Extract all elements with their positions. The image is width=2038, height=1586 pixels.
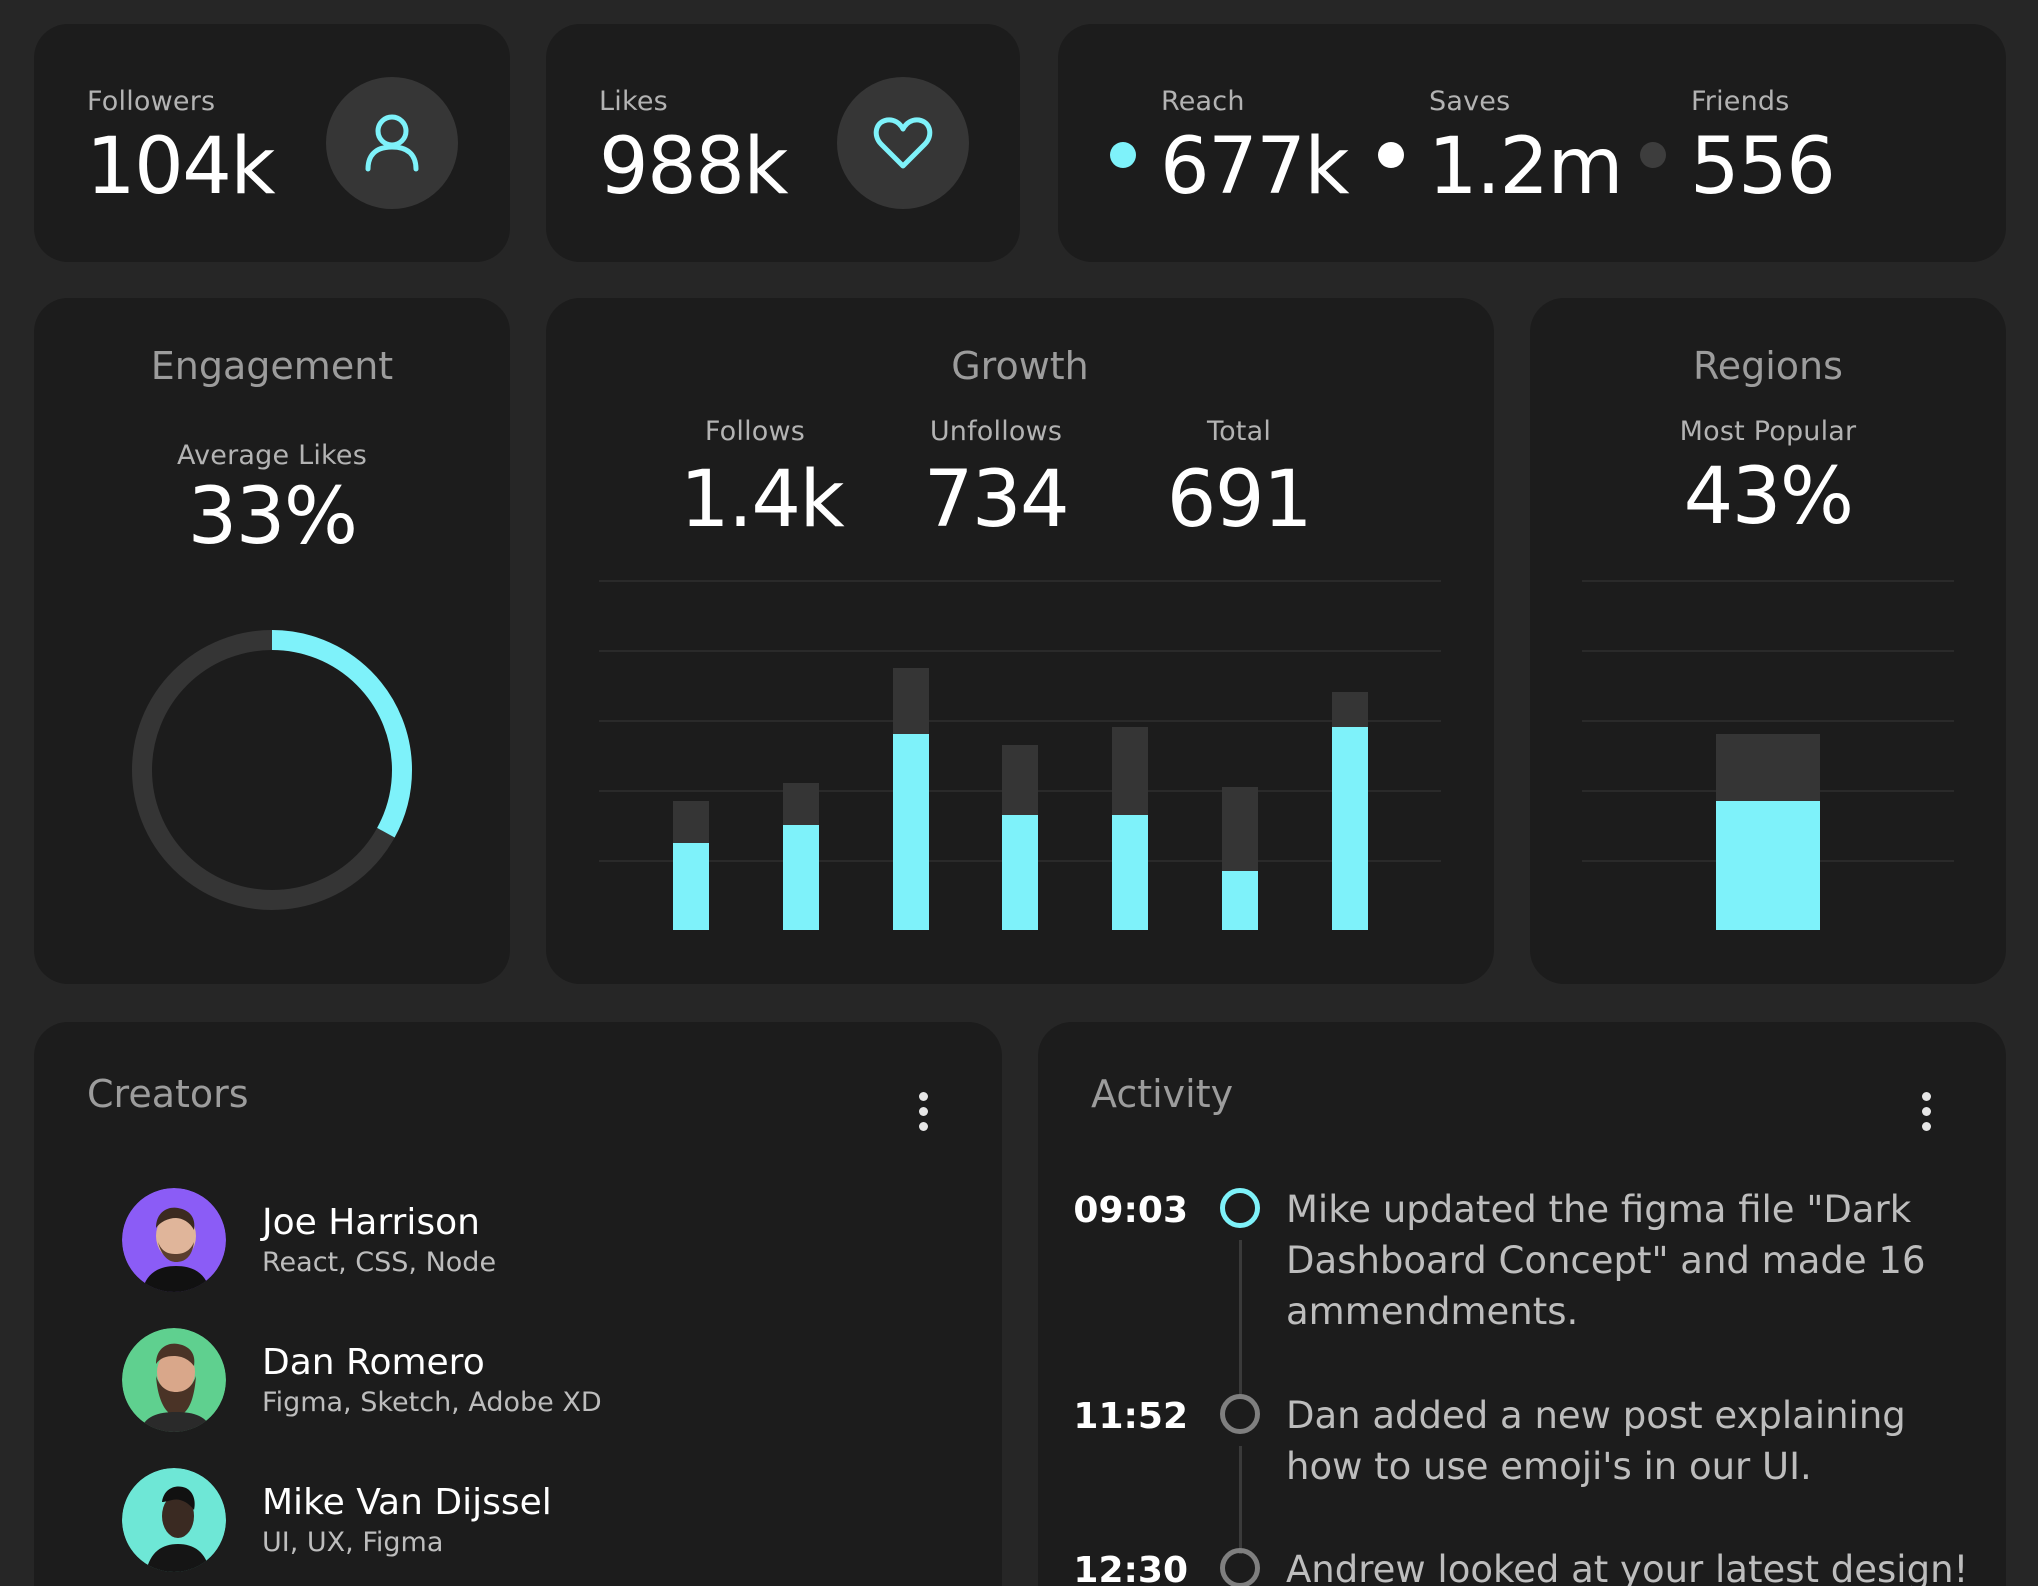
creator-item[interactable]: Dan Romero Figma, Sketch, Adobe XD [122, 1328, 602, 1432]
regions-title: Regions [1693, 344, 1843, 388]
bar-value[interactable] [1222, 870, 1258, 930]
friends-dot-icon [1640, 142, 1666, 168]
chart-gridline [1582, 580, 1954, 582]
regions-card: Regions Most Popular 43% [1530, 298, 2006, 984]
bar-value[interactable] [1112, 814, 1148, 930]
growth-metric-follows: Follows 1.4k [680, 416, 845, 545]
unfollows-value: 734 [923, 455, 1070, 545]
activity-time: 12:30 [1073, 1550, 1188, 1586]
stats-card: Reach 677k Saves 1.2m Friends 556 [1058, 24, 2006, 262]
follows-value: 1.4k [680, 455, 845, 545]
chart-gridline [599, 650, 1441, 652]
followers-icon-button[interactable] [326, 77, 458, 209]
creator-item[interactable]: Joe Harrison React, CSS, Node [122, 1188, 496, 1292]
chart-gridline [1582, 720, 1954, 722]
creators-title: Creators [87, 1072, 249, 1116]
likes-label: Likes [599, 86, 668, 117]
total-label: Total [1206, 416, 1272, 447]
growth-title: Growth [951, 344, 1089, 388]
creators-card: Creators Joe Harrison React, CSS, Node D… [34, 1022, 1002, 1586]
avatar [122, 1468, 226, 1572]
bar-remainder [1112, 727, 1148, 815]
followers-card: Followers 104k [34, 24, 510, 262]
creators-more-vertical-icon[interactable] [916, 1092, 930, 1131]
creator-name: Dan Romero [262, 1342, 485, 1383]
bar-value[interactable] [673, 842, 709, 930]
bar-value[interactable] [1716, 800, 1820, 930]
bar-value[interactable] [893, 734, 929, 930]
activity-time: 09:03 [1073, 1190, 1188, 1231]
saves-label: Saves [1429, 86, 1511, 117]
creator-name: Mike Van Dijssel [262, 1482, 552, 1523]
regions-metric-label: Most Popular [1679, 416, 1857, 447]
growth-metric-total: Total 691 [1164, 416, 1314, 539]
activity-more-vertical-icon[interactable] [1919, 1092, 1933, 1131]
avatar [122, 1188, 226, 1292]
timeline-dot-icon [1220, 1548, 1260, 1586]
followers-value: 104k [86, 122, 276, 212]
heart-icon [873, 117, 933, 169]
likes-icon-button[interactable] [837, 77, 969, 209]
bar-remainder [893, 667, 929, 734]
engagement-metric-value: 33% [187, 472, 358, 562]
creator-skills: Figma, Sketch, Adobe XD [262, 1387, 602, 1418]
engagement-donut-chart [132, 630, 412, 910]
bar-remainder [783, 783, 819, 825]
likes-card: Likes 988k [546, 24, 1020, 262]
timeline-connector [1239, 1240, 1242, 1398]
creator-skills: UI, UX, Figma [262, 1527, 444, 1558]
activity-time: 11:52 [1073, 1396, 1188, 1437]
activity-text: Dan added a new post explaining how to u… [1286, 1394, 1906, 1488]
likes-value: 988k [599, 122, 789, 212]
user-icon [365, 114, 419, 172]
engagement-title: Engagement [150, 344, 394, 388]
friends-label: Friends [1691, 86, 1790, 117]
timeline-active-icon [1220, 1188, 1260, 1228]
regions-metric-value: 43% [1683, 452, 1854, 542]
bar-value[interactable] [1002, 814, 1038, 930]
timeline-dot-icon [1220, 1394, 1260, 1434]
unfollows-label: Unfollows [929, 416, 1063, 447]
activity-card: Activity 09:03 Mike updated the figma fi… [1038, 1022, 2006, 1586]
reach-value: 677k [1160, 122, 1350, 212]
creator-skills: React, CSS, Node [262, 1247, 497, 1278]
creator-item[interactable]: Mike Van Dijssel UI, UX, Figma [122, 1468, 552, 1572]
activity-text: Mike updated the figma file "Dark Dashbo… [1286, 1188, 1926, 1333]
activity-text: Andrew looked at your latest design! [1286, 1548, 1969, 1586]
reach-dot-icon [1110, 142, 1136, 168]
reach-label: Reach [1161, 86, 1245, 117]
saves-dot-icon [1378, 142, 1404, 168]
friends-value: 556 [1690, 122, 1836, 212]
timeline-connector [1239, 1446, 1242, 1554]
bar-remainder [673, 800, 709, 843]
bar-remainder [1222, 786, 1258, 871]
creator-name: Joe Harrison [262, 1202, 480, 1243]
followers-label: Followers [87, 86, 216, 117]
engagement-card: Engagement Average Likes 33% [34, 298, 510, 984]
activity-title: Activity [1091, 1072, 1234, 1116]
bar-value[interactable] [783, 825, 819, 930]
growth-card: Growth Follows 1.4k Unfollows 734 Total … [546, 298, 1494, 984]
chart-gridline [599, 720, 1441, 722]
bar-remainder [1332, 692, 1368, 727]
growth-metric-unfollows: Unfollows 734 [906, 416, 1086, 539]
bar-remainder [1716, 734, 1820, 801]
follows-label: Follows [704, 416, 806, 447]
total-value: 691 [1166, 455, 1313, 545]
bar-value[interactable] [1332, 727, 1368, 930]
bar-remainder [1002, 744, 1038, 815]
chart-gridline [1582, 650, 1954, 652]
growth-bar-chart [599, 580, 1441, 930]
regions-bar-chart [1582, 580, 1954, 930]
chart-gridline [599, 580, 1441, 582]
engagement-metric-label: Average Likes [177, 440, 367, 471]
avatar [122, 1328, 226, 1432]
saves-value: 1.2m [1428, 122, 1624, 212]
